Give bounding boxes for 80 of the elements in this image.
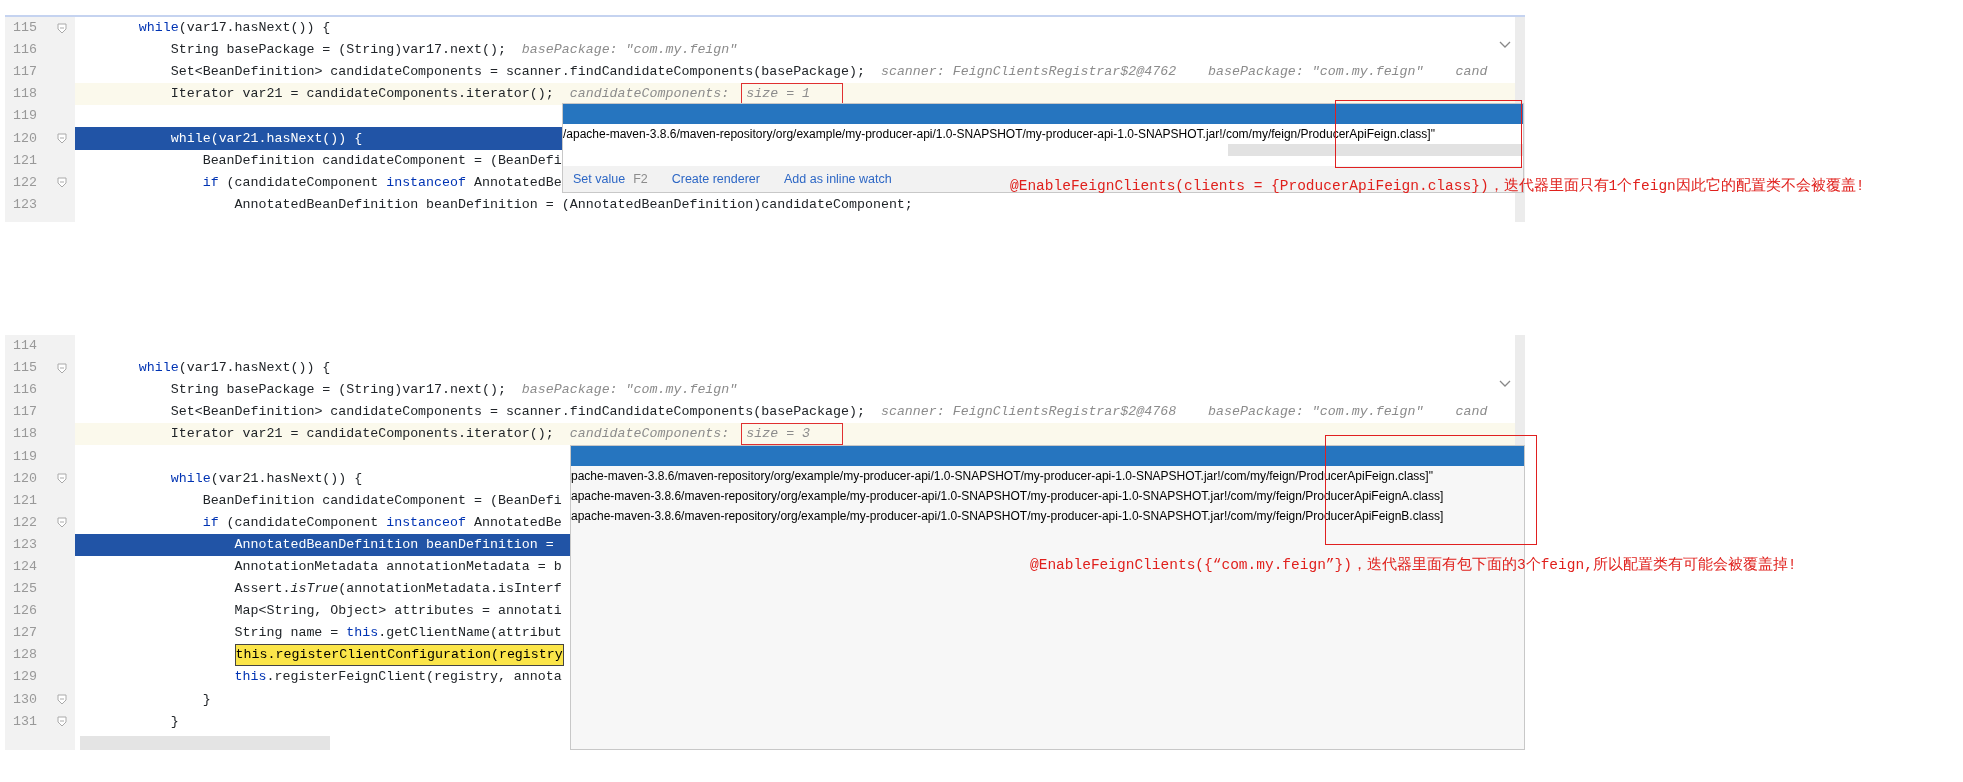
code-text: (annotationMetadata.isInterf: [338, 580, 562, 599]
code-text: (candidateComponent: [226, 513, 379, 532]
line-number: 118: [12, 425, 38, 444]
line-number: 130: [12, 690, 38, 709]
code-keyword: while: [170, 129, 211, 148]
line-number: 128: [12, 646, 38, 665]
code-text: (var17.hasNext()) {: [178, 359, 331, 378]
line-number: 120: [12, 129, 38, 148]
code-text: AnnotatedBeanDefinition beanDefinition =: [234, 535, 554, 554]
line-number: 115: [12, 19, 38, 38]
inline-value-hint: basePackage: "com.my.feign": [1208, 403, 1424, 422]
annotation-text: @EnableFeignClients({“com.my.feign”})，迭代器里面有包下面的3个feign,所以配置类有可能会被覆盖掉!: [1030, 555, 1797, 575]
code-text: Map<String, Object> attributes = annotati: [234, 602, 562, 621]
line-number: 114: [12, 337, 38, 356]
code-keyword: this: [346, 624, 379, 643]
line-number: 119: [12, 447, 38, 466]
line-number: 126: [12, 602, 38, 621]
line-number: 123: [12, 195, 38, 214]
inline-value-hint: basePackage: "com.my.feign": [521, 41, 738, 60]
code-text: }: [170, 712, 179, 731]
code-keyword: while: [138, 19, 179, 38]
inline-value-hint: cand: [1455, 403, 1488, 422]
line-number: 116: [12, 381, 38, 400]
inline-value-hint: cand: [1455, 63, 1488, 82]
inline-value-hint: size = 3: [741, 423, 843, 446]
line-number: 121: [12, 491, 38, 510]
line-number: 121: [12, 151, 38, 170]
code-keyword: while: [138, 359, 179, 378]
code-text: AnnotatedBe: [473, 513, 562, 532]
code-text: Iterator var21 = candidateComponents.iterator();: [170, 85, 554, 104]
code-keyword: instanceof: [386, 513, 466, 532]
code-keyword: this: [234, 668, 267, 687]
code-keyword: instanceof: [386, 173, 466, 192]
code-text: .getClientName(attribut: [378, 624, 562, 643]
code-keyword: while: [170, 469, 211, 488]
code-text: String basePackage = (String)var17.next();: [170, 381, 506, 400]
inline-value-hint: scanner: FeignClientsRegistrar$2@4768: [880, 403, 1177, 422]
line-number: 125: [12, 580, 38, 599]
code-keyword: if: [202, 513, 219, 532]
line-number: 116: [12, 41, 38, 60]
line-number: 115: [12, 359, 38, 378]
inline-value-hint: candidateComponents:: [569, 85, 730, 104]
code-text: Assert.: [234, 580, 291, 599]
code-text: Set<BeanDefinition> candidateComponents = scanner.findCandidateComponents(basePackage);: [170, 63, 865, 82]
line-number: 120: [12, 469, 38, 488]
shortcut-text: F2: [633, 170, 648, 188]
code-text: .registerFeignClient(registry, annota: [266, 668, 562, 687]
code-text: AnnotatedBe: [473, 173, 562, 192]
code-text: (var21.hasNext()) {: [210, 129, 363, 148]
annotation-text: @EnableFeignClients(clients = {ProducerApiFeign.class})，迭代器里面只有1个feign因此它的配置类不会被覆盖!: [1010, 176, 1865, 196]
line-number: 117: [12, 63, 38, 82]
line-number: 119: [12, 107, 38, 126]
line-number: 122: [12, 173, 38, 192]
line-number: 122: [12, 513, 38, 532]
line-number: 129: [12, 668, 38, 687]
code-text: (var21.hasNext()) {: [210, 469, 363, 488]
line-number: 124: [12, 558, 38, 576]
code-text: BeanDefinition candidateComponent = (BeanDefi: [202, 491, 562, 510]
line-number: 131: [12, 712, 38, 731]
code-text: String basePackage = (String)var17.next();: [170, 41, 506, 60]
code-text: (candidateComponent: [226, 173, 379, 192]
inline-value-hint: candidateComponents:: [569, 425, 730, 444]
search-match: this.registerClientConfiguration(registry: [234, 644, 564, 667]
code-text: String name =: [234, 624, 339, 643]
code-text: AnnotatedBeanDefinition beanDefinition = (AnnotatedBeanDefinition)candidateComponent;: [234, 195, 913, 214]
line-number: 123: [12, 535, 38, 554]
code-text: AnnotationMetadata annotationMetadata = b: [234, 558, 562, 576]
line-number: 117: [12, 403, 38, 422]
inline-value-hint: basePackage: "com.my.feign": [521, 381, 738, 400]
line-number: 127: [12, 624, 38, 643]
code-text: Set<BeanDefinition> candidateComponents = scanner.findCandidateComponents(basePackage);: [170, 403, 865, 422]
code-text: BeanDefinition candidateComponent = (BeanDefi: [202, 151, 562, 170]
code-text: (var17.hasNext()) {: [178, 19, 331, 38]
code-text: }: [202, 690, 211, 709]
line-number: 118: [12, 85, 38, 104]
code-text: isTrue: [290, 580, 339, 599]
code-text: Iterator var21 = candidateComponents.iterator();: [170, 425, 554, 444]
inline-value-hint: scanner: FeignClientsRegistrar$2@4762: [880, 63, 1177, 82]
inline-value-hint: basePackage: "com.my.feign": [1208, 63, 1424, 82]
code-keyword: if: [202, 173, 219, 192]
